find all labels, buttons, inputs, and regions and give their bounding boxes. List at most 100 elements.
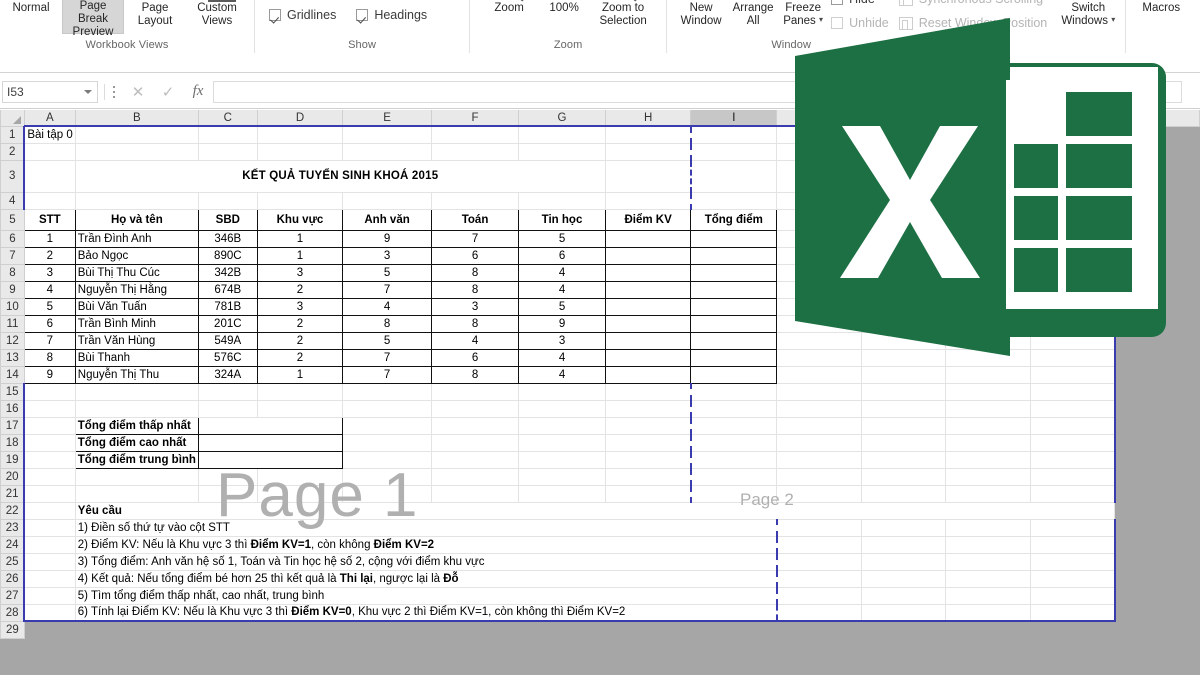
cell-k12[interactable]: [861, 332, 947, 350]
cell-j23[interactable]: [775, 519, 862, 537]
cell-tinhoc[interactable]: 9: [518, 314, 606, 333]
cell-sbd[interactable]: 576C: [197, 348, 258, 367]
cell-j5[interactable]: [776, 209, 862, 231]
cell-k16[interactable]: [861, 400, 947, 418]
cell-d15[interactable]: [257, 383, 344, 401]
cell-e17[interactable]: [342, 417, 432, 435]
row-header-26[interactable]: 26: [0, 569, 25, 588]
cell-toan[interactable]: 6: [430, 348, 520, 367]
cell-diemkv[interactable]: [604, 365, 692, 384]
cell-e19[interactable]: [342, 451, 432, 469]
cell-h17[interactable]: [605, 417, 692, 435]
cell-n3[interactable]: [1114, 160, 1200, 193]
cell-j7[interactable]: [776, 247, 862, 265]
cell-j9[interactable]: [776, 281, 862, 299]
cell-i3[interactable]: [689, 160, 778, 193]
cell-stt[interactable]: 5: [23, 297, 76, 316]
cell-c21[interactable]: [198, 485, 258, 503]
cell-anhvan[interactable]: 7: [342, 280, 432, 299]
cell-k15[interactable]: [861, 383, 947, 401]
cell-d4[interactable]: [257, 192, 344, 210]
column-header-l[interactable]: [945, 110, 1031, 127]
cell-name[interactable]: Bảo Ngọc: [74, 246, 199, 265]
cell-c1[interactable]: [198, 125, 258, 144]
cell-tinhoc[interactable]: 5: [518, 229, 606, 248]
cell-khuvuc[interactable]: 1: [256, 229, 344, 248]
cell-n20[interactable]: [1114, 468, 1200, 486]
cell-d16[interactable]: [257, 400, 344, 418]
cell-diemkv[interactable]: [604, 314, 692, 333]
column-header-b[interactable]: B: [74, 110, 199, 127]
normal-view-button[interactable]: Normal: [0, 0, 62, 34]
th-khuvuc[interactable]: Khu vực: [256, 208, 344, 231]
cell-j28[interactable]: [775, 604, 862, 622]
row-header-15[interactable]: 15: [0, 382, 25, 401]
cell-b16[interactable]: [75, 400, 199, 418]
cell-m10[interactable]: [1030, 298, 1116, 316]
cell-tongdiem[interactable]: [690, 263, 778, 282]
cell-m16[interactable]: [1030, 400, 1116, 418]
cell-n28[interactable]: [1114, 604, 1200, 622]
cell-name[interactable]: Nguyễn Thị Hằng: [74, 280, 199, 299]
cell-f20[interactable]: [431, 468, 520, 486]
cell-c15[interactable]: [198, 383, 258, 401]
cell-a4[interactable]: [23, 192, 76, 210]
summary-label[interactable]: Tổng điểm trung bình: [74, 450, 199, 469]
cell-anhvan[interactable]: 5: [342, 263, 432, 282]
cell-i19[interactable]: [689, 451, 778, 469]
cell-l17[interactable]: [945, 417, 1031, 435]
cell-l1[interactable]: [945, 125, 1031, 144]
row-header-21[interactable]: 21: [0, 484, 25, 503]
cell-anhvan[interactable]: 5: [342, 331, 432, 350]
cell-l13[interactable]: [945, 349, 1031, 367]
cell-stt[interactable]: 4: [23, 280, 76, 299]
cell-j1[interactable]: [776, 125, 862, 144]
cell-k10[interactable]: [861, 298, 947, 316]
cell-a16[interactable]: [23, 400, 76, 418]
cell-b1[interactable]: [75, 125, 199, 144]
cell-l20[interactable]: [945, 468, 1031, 486]
th-anhvan[interactable]: Anh văn: [342, 208, 432, 231]
row-header-25[interactable]: 25: [0, 552, 25, 571]
page-break-preview-button[interactable]: Page Break Preview: [62, 0, 124, 38]
cell-l26[interactable]: [945, 570, 1031, 588]
cell-f2[interactable]: [431, 143, 520, 161]
cancel-icon[interactable]: ✕: [123, 80, 153, 104]
summary-value[interactable]: [197, 450, 344, 469]
cell-tinhoc[interactable]: 5: [518, 297, 606, 316]
cell-f16[interactable]: [431, 400, 520, 418]
cell-e16[interactable]: [342, 400, 432, 418]
cell-toan[interactable]: 7: [430, 229, 520, 248]
cell-diemkv[interactable]: [604, 229, 692, 248]
cell-c16[interactable]: [198, 400, 258, 418]
cell-i20[interactable]: [689, 468, 778, 486]
cell-a18[interactable]: [23, 434, 76, 452]
cell-n5[interactable]: [1114, 209, 1200, 231]
cell-tongdiem[interactable]: [690, 246, 778, 265]
cell-k9[interactable]: [861, 281, 947, 299]
requirement-line[interactable]: 5) Tìm tổng điểm thấp nhất, cao nhất, tr…: [75, 587, 778, 605]
cell-h2[interactable]: [605, 143, 692, 161]
cell-stt[interactable]: 6: [23, 314, 76, 333]
cell-n6[interactable]: [1114, 230, 1200, 248]
cell-b4[interactable]: [75, 192, 199, 210]
cell-j6[interactable]: [776, 230, 862, 248]
cell-k4[interactable]: [861, 192, 947, 210]
cell-k3[interactable]: [861, 160, 947, 193]
cell-tinhoc[interactable]: 4: [518, 263, 606, 282]
cell-name[interactable]: Nguyễn Thị Thu: [74, 365, 199, 384]
cell-diemkv[interactable]: [604, 331, 692, 350]
th-tinhoc[interactable]: Tin học: [518, 208, 606, 231]
cell-anhvan[interactable]: 4: [342, 297, 432, 316]
cell-c4[interactable]: [198, 192, 258, 210]
column-header-j[interactable]: [776, 110, 862, 127]
cell-e15[interactable]: [342, 383, 432, 401]
name-box[interactable]: I53: [2, 80, 98, 103]
zoom-to-selection-button[interactable]: Zoom to Selection: [590, 0, 656, 34]
freeze-panes-button[interactable]: Freeze Panes ▾: [779, 0, 827, 34]
cell-a17[interactable]: [23, 417, 76, 435]
cell-tongdiem[interactable]: [690, 348, 778, 367]
cell-m9[interactable]: [1030, 281, 1116, 299]
cell-n21[interactable]: [1114, 485, 1200, 503]
switch-windows-button[interactable]: Switch Windows ▾: [1057, 0, 1119, 34]
